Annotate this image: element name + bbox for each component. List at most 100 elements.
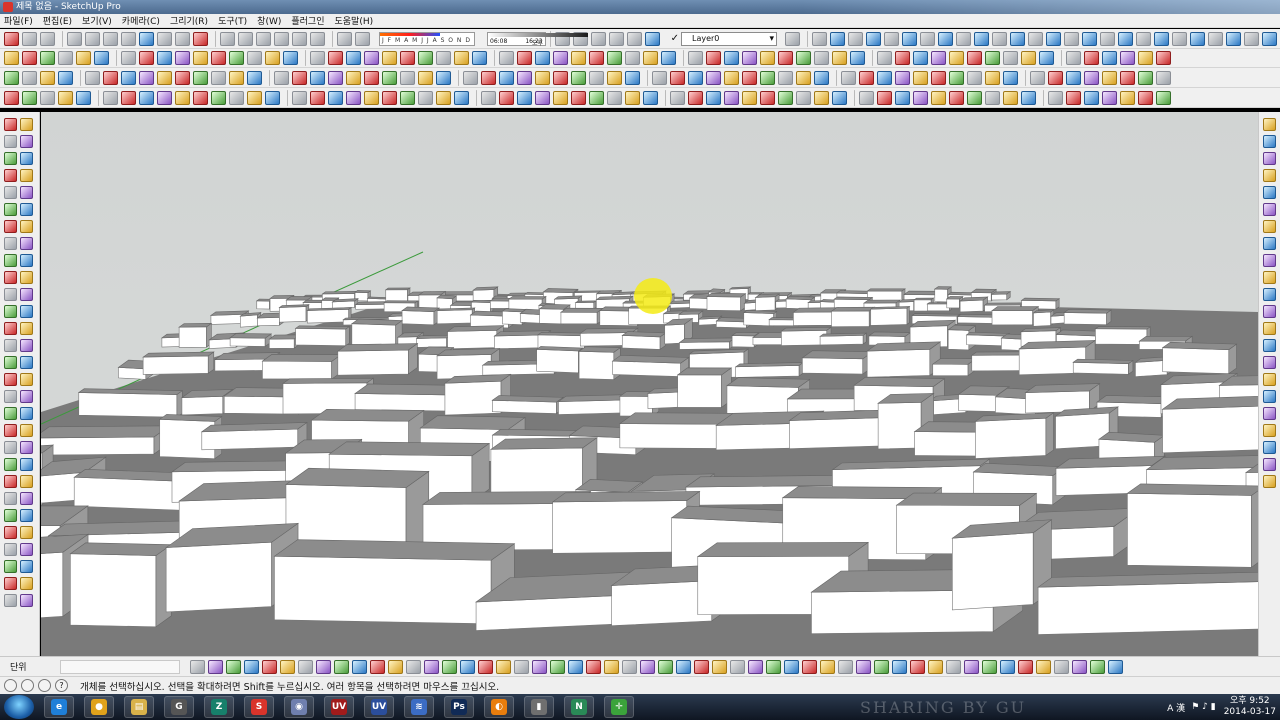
- plugin-tool-icon[interactable]: [121, 51, 136, 65]
- bottom-tool-icon[interactable]: [874, 659, 889, 674]
- drawing-tool-icon[interactable]: [20, 458, 33, 471]
- plugin-tool-icon[interactable]: [328, 51, 343, 65]
- drawing-tool-icon[interactable]: [4, 322, 17, 335]
- plugin-tool-icon[interactable]: [40, 90, 55, 105]
- bottom-tool-icon[interactable]: [316, 659, 331, 674]
- drawing-tool-icon[interactable]: [20, 594, 33, 607]
- bottom-tool-icon[interactable]: [262, 659, 277, 674]
- measurements-input[interactable]: [60, 659, 180, 674]
- model-viewport[interactable]: [41, 112, 1258, 656]
- side-tool-icon[interactable]: [1263, 288, 1276, 301]
- layer-manager-icon[interactable]: [785, 31, 800, 46]
- taskbar-app-app-n[interactable]: N: [564, 696, 594, 718]
- side-tool-icon[interactable]: [1263, 475, 1276, 488]
- plugin-tool-icon[interactable]: [742, 90, 757, 105]
- plugin-tool-icon[interactable]: [841, 70, 856, 85]
- plugin-tool-icon[interactable]: [1064, 31, 1079, 46]
- iso-view-icon[interactable]: [220, 31, 235, 46]
- plugin-tool-icon[interactable]: [1138, 51, 1153, 65]
- drawing-tool-icon[interactable]: [4, 526, 17, 539]
- plugin-tool-icon[interactable]: [121, 70, 136, 85]
- drawing-tool-icon[interactable]: [20, 577, 33, 590]
- hidden-line-icon[interactable]: [590, 31, 606, 46]
- drawing-tool-icon[interactable]: [20, 560, 33, 573]
- bottom-tool-icon[interactable]: [856, 659, 871, 674]
- plugin-tool-icon[interactable]: [553, 51, 568, 65]
- plugin-tool-icon[interactable]: [625, 90, 640, 105]
- plugin-tool-icon[interactable]: [760, 51, 775, 65]
- plugin-tool-icon[interactable]: [265, 51, 280, 65]
- drawing-tool-icon[interactable]: [20, 356, 33, 369]
- plugin-tool-icon[interactable]: [877, 90, 892, 105]
- drawing-tool-icon[interactable]: [4, 543, 17, 556]
- taskbar-app-chrome[interactable]: ●: [84, 696, 114, 718]
- plugin-tool-icon[interactable]: [931, 51, 946, 65]
- bottom-tool-icon[interactable]: [532, 659, 547, 674]
- plugin-tool-icon[interactable]: [139, 90, 154, 105]
- plugin-tool-icon[interactable]: [517, 70, 532, 85]
- plugin-tool-icon[interactable]: [22, 90, 37, 105]
- language-indicator[interactable]: A 漢: [1167, 701, 1185, 714]
- plugin-tool-icon[interactable]: [58, 70, 73, 85]
- bottom-tool-icon[interactable]: [748, 659, 763, 674]
- plugin-tool-icon[interactable]: [535, 70, 550, 85]
- plugin-tool-icon[interactable]: [1118, 31, 1133, 46]
- plugin-tool-icon[interactable]: [967, 51, 982, 65]
- plugin-tool-icon[interactable]: [938, 31, 953, 46]
- save-icon[interactable]: [40, 31, 55, 46]
- bottom-tool-icon[interactable]: [1036, 659, 1051, 674]
- plugin-tool-icon[interactable]: [499, 70, 514, 85]
- drawing-tool-icon[interactable]: [20, 475, 33, 488]
- plugin-tool-icon[interactable]: [760, 90, 775, 105]
- plugin-tool-icon[interactable]: [481, 70, 496, 85]
- side-tool-icon[interactable]: [1263, 322, 1276, 335]
- plugin-tool-icon[interactable]: [760, 70, 775, 85]
- plugin-tool-icon[interactable]: [328, 70, 343, 85]
- plugin-tool-icon[interactable]: [1066, 70, 1081, 85]
- plugin-tool-icon[interactable]: [193, 90, 208, 105]
- taskbar-app-app-target[interactable]: ✛: [604, 696, 634, 718]
- plugin-tool-icon[interactable]: [974, 31, 989, 46]
- taskbar-app-app-z[interactable]: Z: [204, 696, 234, 718]
- drawing-tool-icon[interactable]: [20, 288, 33, 301]
- plugin-tool-icon[interactable]: [40, 51, 55, 65]
- plugin-tool-icon[interactable]: [382, 90, 397, 105]
- drawing-tool-icon[interactable]: [4, 509, 17, 522]
- plugin-tool-icon[interactable]: [877, 51, 892, 65]
- open-file-icon[interactable]: [22, 31, 37, 46]
- tray-icons[interactable]: ⚑ ♪ ▮: [1191, 702, 1216, 712]
- plugin-tool-icon[interactable]: [670, 70, 685, 85]
- plugin-tool-icon[interactable]: [832, 90, 847, 105]
- plugin-tool-icon[interactable]: [265, 90, 280, 105]
- side-tool-icon[interactable]: [1263, 407, 1276, 420]
- drawing-tool-icon[interactable]: [4, 254, 17, 267]
- plugin-tool-icon[interactable]: [607, 51, 622, 65]
- plugin-tool-icon[interactable]: [103, 70, 118, 85]
- plugin-tool-icon[interactable]: [643, 51, 658, 65]
- plugin-tool-icon[interactable]: [40, 70, 55, 85]
- drawing-tool-icon[interactable]: [4, 577, 17, 590]
- plugin-tool-icon[interactable]: [121, 90, 136, 105]
- drawing-tool-icon[interactable]: [20, 322, 33, 335]
- plugin-tool-icon[interactable]: [1190, 31, 1205, 46]
- plugin-tool-icon[interactable]: [1138, 70, 1153, 85]
- plugin-tool-icon[interactable]: [193, 51, 208, 65]
- plugin-tool-icon[interactable]: [58, 90, 73, 105]
- plugin-tool-icon[interactable]: [1262, 31, 1277, 46]
- bottom-tool-icon[interactable]: [622, 659, 637, 674]
- plugin-tool-icon[interactable]: [1156, 70, 1171, 85]
- plugin-tool-icon[interactable]: [400, 70, 415, 85]
- shadow-toggle-icon[interactable]: [337, 31, 352, 46]
- bottom-tool-icon[interactable]: [604, 659, 619, 674]
- plugin-tool-icon[interactable]: [229, 90, 244, 105]
- plugin-tool-icon[interactable]: [1120, 90, 1135, 105]
- print-icon[interactable]: [175, 31, 190, 46]
- plugin-tool-icon[interactable]: [724, 51, 739, 65]
- menu-view[interactable]: 보기(V): [82, 14, 112, 27]
- bottom-tool-icon[interactable]: [334, 659, 349, 674]
- plugin-tool-icon[interactable]: [1048, 90, 1063, 105]
- plugin-tool-icon[interactable]: [859, 70, 874, 85]
- bottom-tool-icon[interactable]: [244, 659, 259, 674]
- plugin-tool-icon[interactable]: [499, 51, 514, 65]
- plugin-tool-icon[interactable]: [913, 90, 928, 105]
